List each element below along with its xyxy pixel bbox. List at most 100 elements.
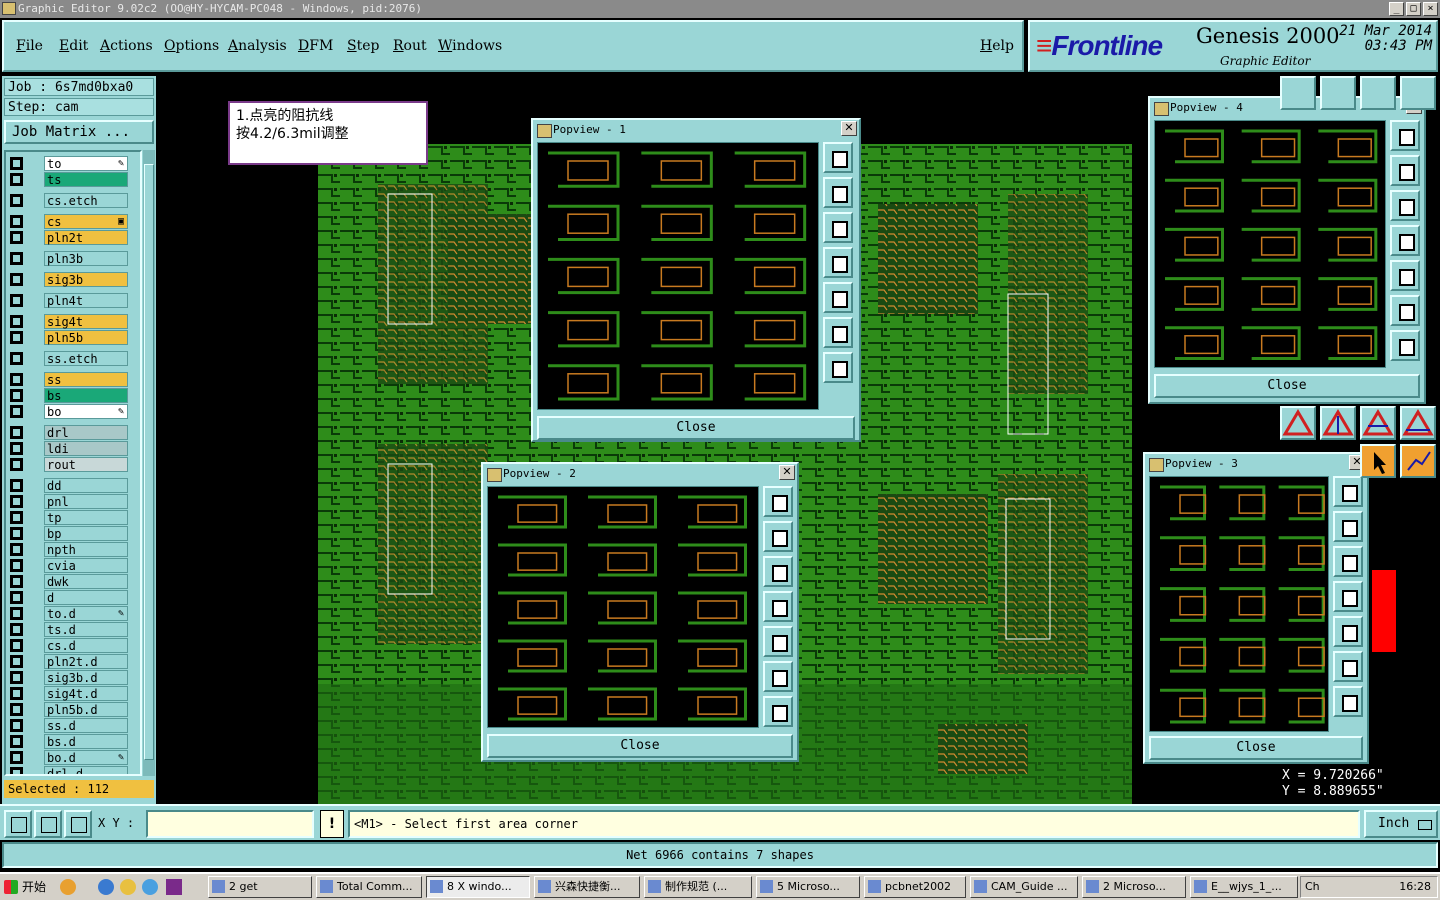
layer-name[interactable]: tp: [44, 510, 128, 525]
layer-row-ts[interactable]: ts: [10, 172, 138, 187]
layer-row-tp[interactable]: tp: [10, 510, 138, 525]
layer-checkbox[interactable]: [10, 331, 23, 344]
quicklaunch-icon-4[interactable]: [142, 879, 158, 895]
popview-tool-3-icon[interactable]: [763, 556, 793, 587]
popview-tool-2-icon[interactable]: [823, 177, 853, 208]
route-tool-icon[interactable]: [1400, 444, 1436, 478]
popview-2-view[interactable]: [487, 486, 759, 728]
scroll-thumb[interactable]: [144, 164, 154, 760]
layer-checkbox[interactable]: [10, 559, 23, 572]
layer-name[interactable]: pln2t: [44, 230, 128, 245]
layer-checkbox[interactable]: [10, 252, 23, 265]
layer-checkbox[interactable]: [10, 479, 23, 492]
layer-name[interactable]: cvia: [44, 558, 128, 573]
popview-tool-1-icon[interactable]: [1333, 476, 1363, 507]
layer-checkbox[interactable]: [10, 719, 23, 732]
layer-row-sig3b-d[interactable]: sig3b.d: [10, 670, 138, 685]
layer-checkbox[interactable]: [10, 767, 23, 774]
popview-tool-7-icon[interactable]: [1390, 330, 1420, 361]
popview-tool-6-icon[interactable]: [763, 661, 793, 692]
ime-label[interactable]: Ch: [1305, 877, 1320, 897]
start-button[interactable]: 开始: [2, 876, 50, 898]
popview-4-close-button[interactable]: Close: [1154, 374, 1420, 398]
layer-checkbox[interactable]: [10, 543, 23, 556]
layer-row-pln5b-d[interactable]: pln5b.d: [10, 702, 138, 717]
grid-tool-icon[interactable]: [64, 810, 92, 838]
layer-checkbox[interactable]: [10, 655, 23, 668]
layer-name[interactable]: ldi: [44, 441, 128, 456]
layer-row-drl[interactable]: drl: [10, 425, 138, 440]
popview-tool-4-icon[interactable]: [763, 591, 793, 622]
popview-tool-6-icon[interactable]: [1333, 651, 1363, 682]
xy-input[interactable]: [146, 810, 314, 838]
layer-name[interactable]: bo: [44, 404, 128, 419]
taskbar-item[interactable]: CAM_Guide ...: [970, 876, 1078, 898]
layer-name[interactable]: ts: [44, 172, 128, 187]
triangle-tool-3-icon[interactable]: [1360, 406, 1396, 440]
layer-row-pln2t-d[interactable]: pln2t.d: [10, 654, 138, 669]
layer-name[interactable]: sig3b: [44, 272, 128, 287]
popview-tool-4-icon[interactable]: [823, 247, 853, 278]
layer-row-bs[interactable]: bs: [10, 388, 138, 403]
popview-tool-7-icon[interactable]: [763, 696, 793, 727]
layer-checkbox[interactable]: [10, 389, 23, 402]
layer-row-pln2t[interactable]: pln2t: [10, 230, 138, 245]
popview-tool-7-icon[interactable]: [1333, 686, 1363, 717]
layer-row-dd[interactable]: dd: [10, 478, 138, 493]
layer-name[interactable]: bs.d: [44, 734, 128, 749]
zoom-tool-icon[interactable]: [4, 810, 32, 838]
layer-row-pln3b[interactable]: pln3b: [10, 251, 138, 266]
popview-tool-1-icon[interactable]: [823, 142, 853, 173]
ie-icon[interactable]: [98, 879, 114, 895]
menu-dfm[interactable]: DFM: [298, 38, 333, 54]
layer-checkbox[interactable]: [10, 527, 23, 540]
warning-button[interactable]: !: [320, 810, 344, 838]
maximize-button[interactable]: □: [1406, 2, 1421, 16]
menu-help[interactable]: Help: [980, 38, 1014, 54]
layer-row-ss[interactable]: ss: [10, 372, 138, 387]
layer-name[interactable]: ts.d: [44, 622, 128, 637]
menu-file[interactable]: File: [16, 38, 43, 54]
layer-name[interactable]: ss.etch: [44, 351, 128, 366]
popview-tool-7-icon[interactable]: [823, 352, 853, 383]
taskbar-item[interactable]: Total Comm...: [316, 876, 422, 898]
layer-checkbox[interactable]: [10, 231, 23, 244]
popview-tool-4-icon[interactable]: [1390, 225, 1420, 256]
layer-name[interactable]: dd: [44, 478, 128, 493]
layer-checkbox[interactable]: [10, 591, 23, 604]
layer-row-ss-etch[interactable]: ss.etch: [10, 351, 138, 366]
layer-checkbox[interactable]: [10, 352, 23, 365]
right-tool-4[interactable]: [1400, 76, 1436, 110]
layer-row-cs[interactable]: cs ▣: [10, 214, 138, 229]
popview-tool-4-icon[interactable]: [1333, 581, 1363, 612]
popview-tool-6-icon[interactable]: [1390, 295, 1420, 326]
layer-row-ss-d[interactable]: ss.d: [10, 718, 138, 733]
taskbar-item[interactable]: 制作规范 (...: [644, 876, 752, 898]
layer-checkbox[interactable]: [10, 639, 23, 652]
x-icon[interactable]: [166, 879, 182, 895]
right-tool-3[interactable]: [1360, 76, 1396, 110]
layer-name[interactable]: cs: [44, 214, 128, 229]
taskbar-item[interactable]: pcbnet2002: [864, 876, 966, 898]
layer-row-sig4t[interactable]: sig4t: [10, 314, 138, 329]
layer-row-pln5b[interactable]: pln5b: [10, 330, 138, 345]
layer-row-pln4t[interactable]: pln4t: [10, 293, 138, 308]
layer-row-dwk[interactable]: dwk: [10, 574, 138, 589]
popview-1-close-button[interactable]: Close: [537, 416, 855, 440]
popview-tool-1-icon[interactable]: [1390, 120, 1420, 151]
minimize-button[interactable]: _: [1389, 2, 1404, 16]
popview-tool-2-icon[interactable]: [1390, 155, 1420, 186]
triangle-tool-1-icon[interactable]: [1280, 406, 1316, 440]
layer-checkbox[interactable]: [10, 215, 23, 228]
popview-tool-5-icon[interactable]: [763, 626, 793, 657]
layer-row-bs-d[interactable]: bs.d: [10, 734, 138, 749]
layer-row-npth[interactable]: npth: [10, 542, 138, 557]
layer-row-to[interactable]: to ✎: [10, 156, 138, 171]
popview-2-close-button[interactable]: Close: [487, 734, 793, 758]
layer-checkbox[interactable]: [10, 703, 23, 716]
layer-row-sig4t-d[interactable]: sig4t.d: [10, 686, 138, 701]
layer-name[interactable]: pln5b: [44, 330, 128, 345]
layer-name[interactable]: cs.etch: [44, 193, 128, 208]
popview-tool-5-icon[interactable]: [1333, 616, 1363, 647]
popview-tool-1-icon[interactable]: [763, 486, 793, 517]
